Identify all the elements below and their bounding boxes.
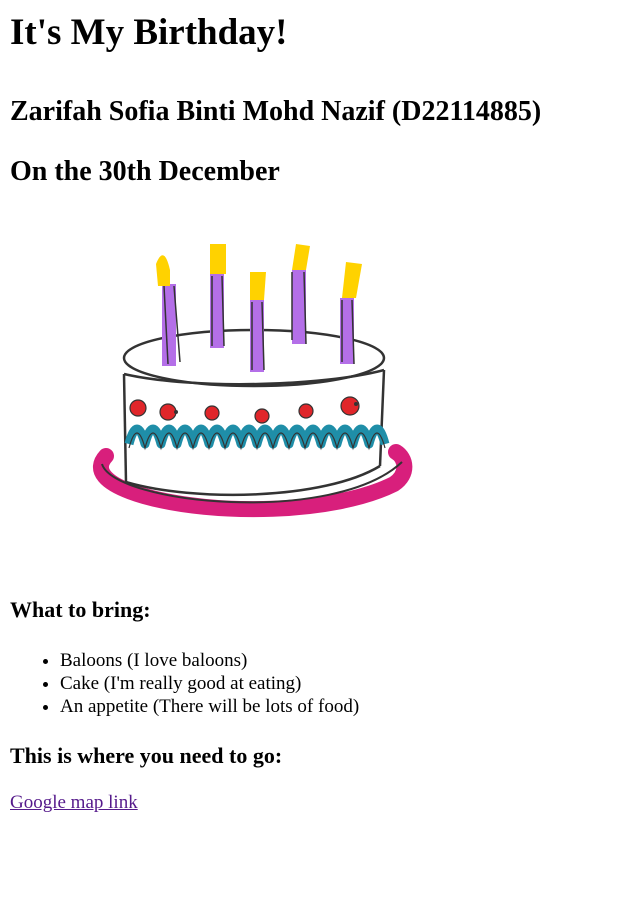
page-content: It's My Birthday! Zarifah Sofia Binti Mo…: [10, 0, 616, 189]
google-map-link[interactable]: Google map link: [10, 792, 138, 813]
lower-content: What to bring: Baloons (I love baloons) …: [10, 597, 616, 814]
list-item: Cake (I'm really good at eating): [60, 672, 616, 695]
list-item: Baloons (I love baloons): [60, 649, 616, 672]
page-title: It's My Birthday!: [10, 12, 288, 53]
what-to-bring-heading: What to bring:: [10, 597, 151, 622]
location-heading: This is where you need to go:: [10, 743, 283, 768]
date-heading: On the 30th December: [10, 156, 280, 187]
birthday-cake-image: [84, 234, 424, 524]
list-item: An appetite (There will be lots of food): [60, 695, 616, 718]
birthday-cake-icon: [93, 244, 413, 518]
bring-list: Baloons (I love baloons) Cake (I'm reall…: [10, 649, 616, 718]
person-name-heading: Zarifah Sofia Binti Mohd Nazif (D2211488…: [10, 96, 542, 127]
